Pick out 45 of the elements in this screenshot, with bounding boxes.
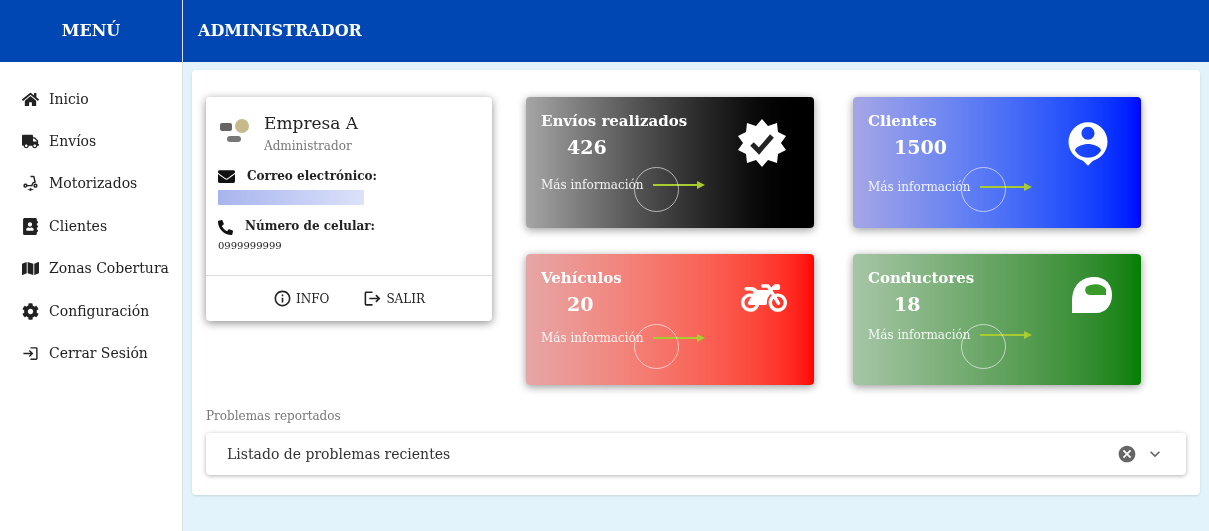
phone-icon <box>218 219 233 235</box>
stat-title: Conductores <box>868 268 975 289</box>
check-badge-icon <box>737 118 787 168</box>
arrow-icon <box>653 333 706 343</box>
arrow-icon <box>980 182 1033 192</box>
stat-value: 1500 <box>893 134 947 160</box>
role-label: Administrador <box>264 137 353 155</box>
sidebar-item[interactable]: Envíos <box>0 120 182 163</box>
sidebar-title: MENÚ <box>61 19 121 42</box>
sidebar-item[interactable]: Inicio <box>0 78 182 121</box>
stat-title: Envíos realizados <box>541 111 688 132</box>
map-icon <box>22 260 39 278</box>
stat-value: 20 <box>566 291 595 317</box>
stat-value: 18 <box>893 291 922 317</box>
arrow-icon <box>653 180 706 190</box>
truck-icon <box>22 133 39 151</box>
section-label: Problemas reportados <box>206 408 342 425</box>
stat-title: Clientes <box>868 111 938 132</box>
scooter-icon <box>22 175 39 193</box>
info-button[interactable]: INFO <box>272 289 330 308</box>
problems-input[interactable]: Listado de problemas recientes <box>227 443 1117 465</box>
sidebar-item[interactable]: Zonas Cobertura <box>0 247 182 290</box>
home-icon <box>22 90 39 108</box>
email-label: Correo electrónico: <box>247 167 378 185</box>
settings-icon <box>22 302 39 320</box>
phone-number: 0999999999 <box>218 238 283 253</box>
exit-button[interactable]: SALIR <box>363 289 425 308</box>
problems-select[interactable]: Listado de problemas recientes <box>206 433 1186 475</box>
sidebar-item[interactable]: Clientes <box>0 205 182 248</box>
arrow-into-bracket-icon <box>22 345 39 363</box>
arrow-icon <box>980 330 1033 340</box>
stat-value: 426 <box>566 134 608 160</box>
envelope-icon <box>218 167 235 185</box>
exit-icon <box>363 289 383 308</box>
page-title: ADMINISTRADOR <box>198 20 362 42</box>
sidebar-item[interactable]: Motorizados <box>0 162 182 206</box>
sidebar-item[interactable]: Cerrar Sesión <box>0 332 182 375</box>
info-icon <box>272 289 292 308</box>
phone-label: Número de celular: <box>245 217 376 235</box>
clear-icon[interactable] <box>1117 444 1137 464</box>
company-name: Empresa A <box>264 112 359 135</box>
more-info-link[interactable]: Más información <box>541 176 644 194</box>
sidebar-item[interactable]: Configuración <box>0 289 182 333</box>
stat-title: Vehículos <box>541 268 622 289</box>
contact-book-icon <box>22 217 39 235</box>
